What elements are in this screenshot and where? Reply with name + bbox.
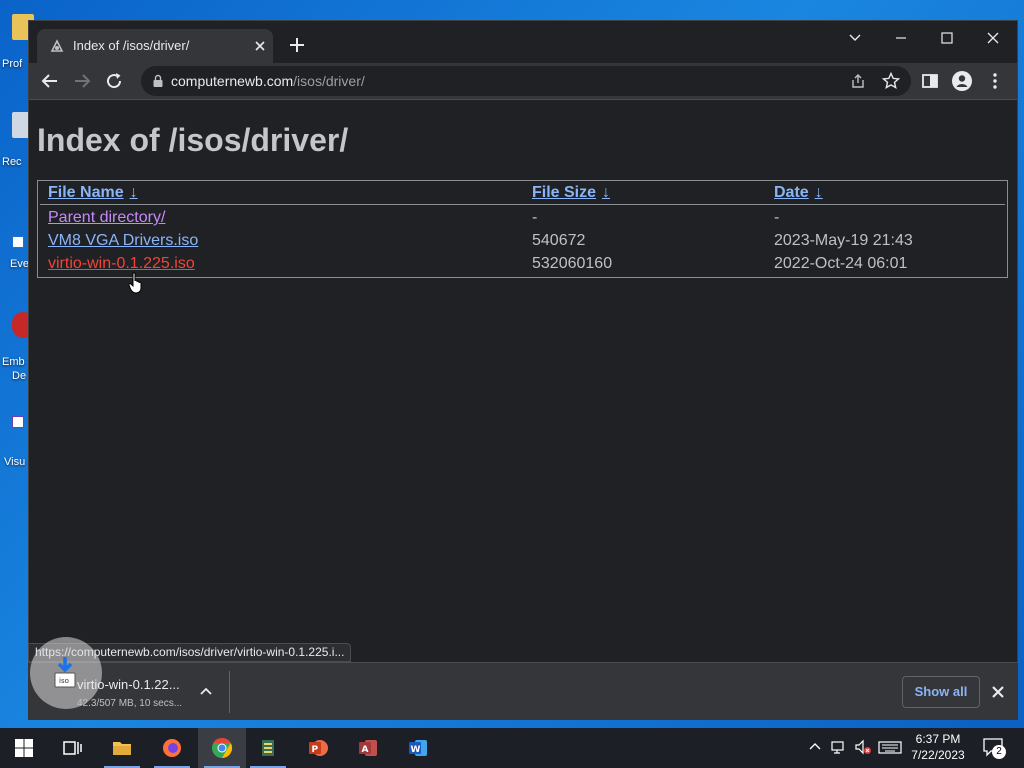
page-title: Index of /isos/driver/ — [37, 122, 349, 158]
task-view-icon — [63, 741, 82, 755]
taskbar-app-word[interactable]: W — [394, 728, 442, 768]
svg-text:W: W — [411, 745, 421, 755]
url-host: computernewb.com — [171, 73, 294, 89]
show-hidden-icons-chevron-icon[interactable] — [806, 738, 824, 756]
menu-kebab-icon[interactable] — [984, 70, 1006, 92]
notification-count-badge: 2 — [992, 745, 1006, 759]
taskbar-app-archive-tool[interactable] — [244, 728, 292, 768]
file-link-vm8-vga-drivers[interactable]: VM8 VGA Drivers.iso — [48, 232, 198, 250]
desktop-icon-label: Visu — [4, 456, 26, 468]
file-size-cell: 532060160 — [532, 255, 613, 272]
maximize-icon[interactable] — [932, 27, 962, 49]
column-header-file-size[interactable]: File Size ↓ — [532, 184, 610, 202]
file-date-cell: 2023-May-19 21:43 — [774, 232, 913, 249]
show-all-downloads-button[interactable]: Show all — [902, 676, 980, 708]
sort-arrow-icon[interactable]: ↓ — [130, 184, 138, 201]
taskbar-app-powerpoint[interactable]: P — [294, 728, 342, 768]
download-progress-text: 42.3/507 MB, 10 secs... — [77, 698, 183, 709]
desktop-icon-label: Emb — [2, 356, 25, 368]
download-file-name[interactable]: virtio-win-0.1.22... — [77, 677, 180, 692]
windows-logo-icon — [15, 739, 33, 757]
file-date-cell: - — [774, 209, 780, 226]
browser-window: Index of /isos/driver/ computernewb.com/… — [28, 20, 1018, 720]
action-center-button[interactable]: 2 — [982, 736, 1008, 760]
file-link-virtio-win[interactable]: virtio-win-0.1.225.iso — [48, 255, 195, 273]
file-date-cell: 2022-Oct-24 06:01 — [774, 255, 908, 272]
taskbar-app-access[interactable]: A — [344, 728, 392, 768]
download-shelf: iso virtio-win-0.1.22... 42.3/507 MB, 10… — [28, 637, 1018, 720]
profile-avatar-icon[interactable] — [951, 70, 973, 92]
network-icon[interactable] — [830, 738, 848, 756]
lock-icon[interactable] — [151, 74, 165, 88]
desktop-icon-label: Prof — [2, 58, 23, 70]
sort-link-file-name[interactable]: File Name — [48, 184, 124, 201]
tab-search-chevron-icon[interactable] — [840, 27, 870, 49]
column-header-file-name[interactable]: File Name ↓ — [48, 184, 138, 202]
minimize-icon[interactable] — [886, 27, 916, 49]
firefox-icon — [163, 739, 181, 757]
clock-time: 6:37 PM — [915, 732, 961, 746]
desktop-icon-label: Eve — [10, 258, 29, 270]
tab-strip: Index of /isos/driver/ — [29, 21, 1017, 63]
sort-arrow-icon[interactable]: ↓ — [602, 184, 610, 201]
share-icon[interactable] — [849, 72, 867, 90]
archive-tool-icon — [262, 740, 274, 756]
file-listing-table: File Name ↓ File Size ↓ Date ↓ Parent direc… — [37, 180, 1008, 278]
desktop-icon-label: Rec — [2, 156, 22, 168]
header-divider — [40, 204, 1005, 205]
desktop-icon-label: De — [12, 370, 27, 382]
file-size-cell: - — [532, 209, 538, 226]
file-size-cell: 540672 — [532, 232, 586, 249]
shelf-separator — [229, 671, 230, 713]
access-icon: A — [359, 740, 377, 756]
file-link-parent-directory[interactable]: Parent directory/ — [48, 209, 165, 227]
app-icon — [12, 416, 24, 428]
new-tab-icon[interactable] — [287, 35, 307, 55]
word-icon: W — [409, 740, 427, 756]
svg-text:iso: iso — [59, 677, 69, 685]
taskbar: P A W 6:37 PM 7/22/2023 2 — [0, 728, 1024, 768]
reload-icon[interactable] — [103, 70, 125, 92]
start-button[interactable] — [0, 728, 48, 768]
taskbar-app-file-explorer[interactable] — [98, 728, 146, 768]
chrome-icon — [212, 737, 233, 759]
url-path: /isos/driver/ — [293, 73, 365, 89]
forward-arrow-icon[interactable] — [71, 70, 93, 92]
shortcut-icon — [12, 236, 24, 248]
sort-arrow-icon[interactable]: ↓ — [815, 184, 823, 201]
back-arrow-icon[interactable] — [39, 70, 61, 92]
page-content: Index of /isos/driver/ File Name ↓ File S… — [29, 100, 1017, 662]
column-header-date[interactable]: Date ↓ — [774, 184, 823, 202]
iso-file-download-icon: iso — [54, 657, 76, 688]
system-clock[interactable]: 6:37 PM 7/22/2023 — [906, 731, 970, 763]
address-bar[interactable]: computernewb.com/isos/driver/ — [141, 66, 911, 96]
hand-pointer-cursor-icon — [128, 272, 142, 294]
tab-close-icon[interactable] — [251, 37, 269, 55]
address-url: computernewb.com/isos/driver/ — [171, 73, 365, 89]
page-favicon-icon — [50, 39, 64, 52]
folder-icon — [113, 742, 131, 755]
volume-muted-icon[interactable] — [854, 738, 872, 756]
svg-text:A: A — [362, 745, 369, 755]
keyboard-icon[interactable] — [878, 738, 902, 756]
sort-link-date[interactable]: Date — [774, 184, 809, 201]
sort-link-file-size[interactable]: File Size — [532, 184, 596, 201]
close-icon[interactable] — [990, 684, 1006, 700]
tab-title: Index of /isos/driver/ — [73, 38, 190, 53]
browser-toolbar: computernewb.com/isos/driver/ — [29, 63, 1017, 99]
svg-text:P: P — [312, 745, 319, 755]
browser-tab[interactable]: Index of /isos/driver/ — [37, 29, 273, 63]
taskbar-app-task-view[interactable] — [48, 728, 96, 768]
powerpoint-icon: P — [309, 740, 328, 756]
taskbar-app-firefox[interactable] — [148, 728, 196, 768]
taskbar-app-chrome[interactable] — [198, 728, 246, 768]
bookmark-star-icon[interactable] — [881, 71, 901, 91]
side-panel-icon[interactable] — [919, 70, 941, 92]
clock-date: 7/22/2023 — [911, 748, 965, 762]
chevron-up-icon[interactable] — [198, 683, 214, 699]
close-window-icon[interactable] — [978, 27, 1008, 49]
